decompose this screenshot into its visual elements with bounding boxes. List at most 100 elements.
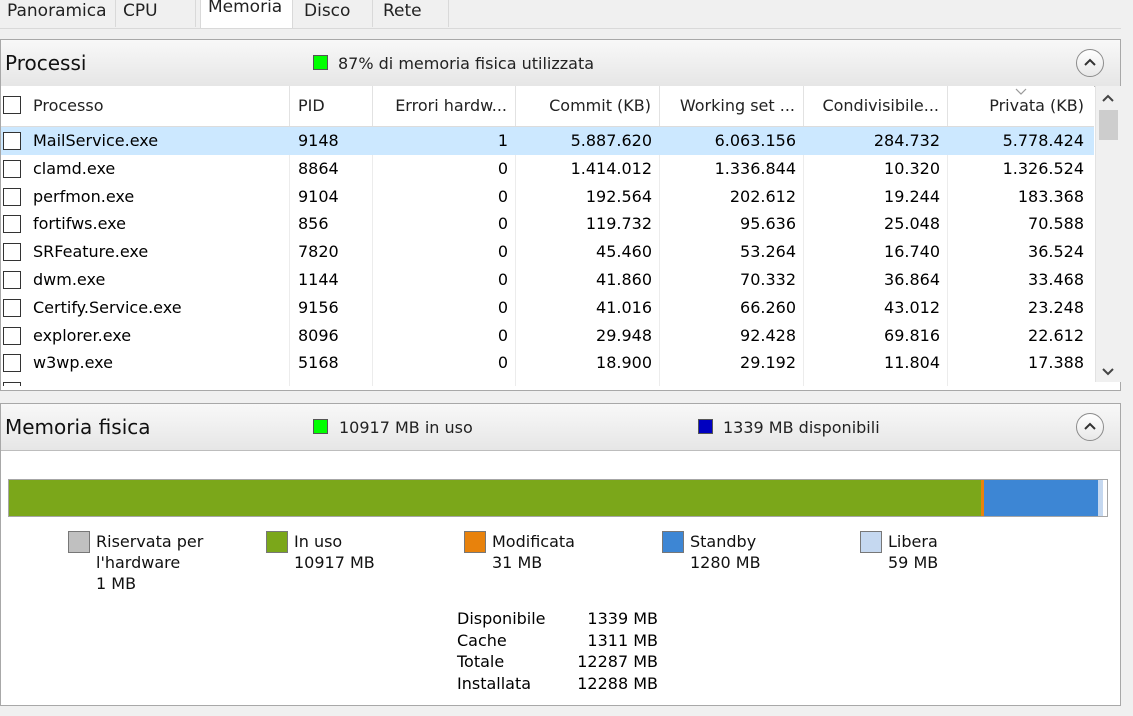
legend-label: Riservata per (96, 532, 204, 551)
cell-commit: 45.460 (596, 242, 652, 262)
row-checkbox[interactable] (3, 326, 21, 345)
column-processo[interactable]: Processo (25, 86, 290, 126)
cell-hard-faults: 0 (497, 214, 508, 234)
table-row[interactable]: explorer.exe 8096 0 29.948 92.428 69.816 22.61… (1, 322, 1094, 350)
row-checkbox[interactable] (3, 354, 21, 373)
legend-value: 10917 MB (294, 553, 375, 572)
legend-color-box (266, 531, 288, 553)
tab-disco[interactable]: Disco (297, 0, 373, 27)
cell-pid: 1144 (298, 270, 339, 289)
table-row[interactable]: w3wp.exe 5168 0 18.900 29.192 11.804 17.388 (1, 349, 1094, 377)
cell-shareable: 43.012 (884, 297, 940, 317)
cell-hard-faults: 0 (497, 353, 508, 373)
cell-shareable: 19.244 (884, 186, 940, 206)
in-use-summary: 10917 MB in uso (339, 418, 473, 437)
cell-pid: 856 (298, 214, 329, 234)
tab-memoria[interactable]: Memoria (200, 0, 293, 28)
tab-panoramica[interactable]: Panoramica (0, 0, 116, 27)
cell-hard-faults: 0 (497, 270, 508, 289)
tab-label: Disco (304, 1, 351, 21)
tab-label: Memoria (208, 0, 283, 17)
column-pid[interactable]: PID (290, 86, 373, 126)
scrollbar-thumb[interactable] (1099, 110, 1118, 140)
legend-label: In uso (294, 532, 343, 551)
cell-private: 36.524 (1028, 242, 1084, 262)
table-row[interactable]: SRFeature.exe 7820 0 45.460 53.264 16.740 36.5… (1, 238, 1094, 266)
physical-memory-header: Memoria fisica 10917 MB in uso 1339 MB d… (1, 404, 1120, 451)
cell-private: 33.468 (1028, 270, 1084, 289)
cell-commit: 5.887.620 (570, 131, 652, 150)
cell-process-name: explorer.exe (33, 325, 132, 345)
row-checkbox[interactable] (3, 271, 21, 289)
cell-process-name: dwm.exe (33, 270, 106, 289)
cell-shareable: 11.804 (884, 353, 940, 373)
row-checkbox[interactable] (3, 243, 21, 262)
stat-label-totale: Totale (457, 652, 505, 671)
cell-commit: 29.948 (596, 325, 652, 345)
table-row[interactable] (1, 377, 1094, 386)
table-row[interactable]: fortifws.exe 856 0 119.732 95.636 25.048 70.58… (1, 210, 1094, 238)
processes-header: Processi 87% di memoria fisica utilizzat… (1, 40, 1120, 87)
cell-shareable: 69.816 (884, 325, 940, 345)
cell-commit: 18.900 (596, 353, 652, 373)
cell-hard-faults: 0 (497, 186, 508, 206)
row-checkbox[interactable] (3, 215, 21, 234)
cell-working-set: 66.260 (740, 297, 796, 317)
stat-label-cache: Cache (457, 630, 507, 650)
cell-private: 1.326.524 (1002, 158, 1084, 178)
cell-working-set: 1.336.844 (714, 158, 796, 178)
legend-value: 59 MB (888, 553, 939, 572)
column-condivisibile[interactable]: Condivisibile... (804, 86, 948, 126)
row-checkbox[interactable] (3, 159, 21, 178)
table-row[interactable]: Certify.Service.exe 9156 0 41.016 66.260 43.0… (1, 294, 1094, 322)
legend-color-box (860, 531, 882, 553)
cell-commit: 192.564 (585, 186, 652, 206)
cell-process-name (25, 377, 290, 386)
column-commit[interactable]: Commit (KB) (516, 86, 660, 126)
select-all-checkbox[interactable] (3, 96, 21, 114)
tab-cpu[interactable]: CPU (116, 0, 196, 27)
table-row[interactable]: clamd.exe 8864 0 1.414.012 1.336.844 10.320 1.… (1, 155, 1094, 183)
table-row[interactable]: MailService.exe 9148 1 5.887.620 6.063.156 28… (1, 127, 1094, 155)
chevron-up-icon (1084, 58, 1096, 66)
tab-label: Panoramica (7, 1, 107, 21)
process-table: Processo PID Errori hardw... Commit (KB)… (1, 86, 1094, 386)
processes-title: Processi (5, 51, 87, 75)
legend-value: 1 MB (96, 574, 137, 593)
cell-working-set (660, 377, 804, 386)
stat-label-disponibile: Disponibile (457, 609, 546, 628)
cell-shareable: 36.864 (884, 270, 940, 289)
row-checkbox[interactable] (3, 187, 21, 206)
cell-working-set: 95.636 (740, 214, 796, 234)
cell-shareable: 10.320 (884, 158, 940, 178)
row-checkbox[interactable] (3, 382, 21, 386)
legend-color-box (464, 531, 486, 553)
cell-hard-faults: 0 (497, 158, 508, 178)
scroll-up-icon (1102, 94, 1114, 102)
row-checkbox[interactable] (3, 132, 21, 150)
legend-color-box (662, 531, 684, 553)
cell-pid (290, 377, 373, 386)
cell-private (948, 377, 1092, 386)
process-scrollbar[interactable] (1095, 86, 1121, 382)
cell-working-set: 70.332 (740, 270, 796, 289)
column-working-set[interactable]: Working set ... (660, 86, 804, 126)
cell-commit: 41.860 (596, 270, 652, 289)
column-errori[interactable]: Errori hardw... (373, 86, 516, 126)
cell-hard-faults: 1 (497, 131, 508, 150)
table-row[interactable]: perfmon.exe 9104 0 192.564 202.612 19.244 183.… (1, 183, 1094, 211)
cell-process-name: w3wp.exe (33, 353, 113, 373)
row-checkbox[interactable] (3, 298, 21, 317)
processes-panel: Processi 87% di memoria fisica utilizzat… (0, 39, 1121, 391)
cell-private: 183.368 (1017, 186, 1084, 206)
table-row[interactable]: dwm.exe 1144 0 41.860 70.332 36.864 33.468 (1, 266, 1094, 294)
cell-pid: 8864 (298, 158, 339, 178)
collapse-processes-button[interactable] (1076, 49, 1104, 77)
cell-pid: 8096 (298, 325, 339, 345)
cell-private: 70.588 (1028, 214, 1084, 234)
collapse-memory-button[interactable] (1076, 413, 1104, 441)
in-use-swatch (313, 419, 328, 434)
chevron-up-icon (1084, 422, 1096, 430)
cell-commit: 119.732 (585, 214, 652, 234)
tab-rete[interactable]: Rete (376, 0, 449, 27)
